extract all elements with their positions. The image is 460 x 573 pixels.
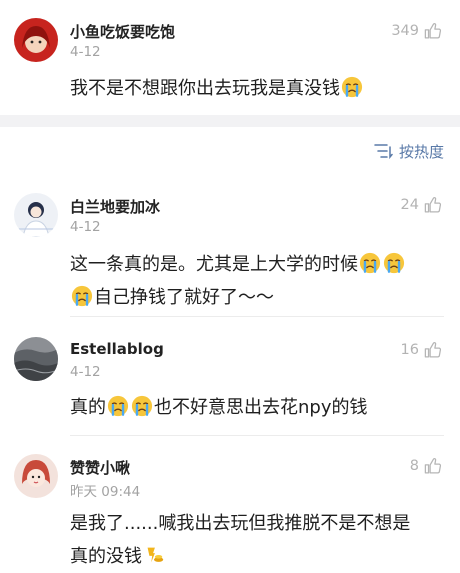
comment-text: 这一条真的是。尤其是上大学的时候 自己挣钱了就好了～～ (70, 248, 442, 314)
avatar[interactable] (14, 18, 58, 62)
like-count: 8 (409, 458, 419, 474)
comment-text-segment: 也不好意思出去花npy的钱 (154, 397, 368, 418)
comment-text-line: 自己挣钱了就好了～～ (70, 281, 442, 314)
avatar[interactable] (14, 454, 58, 498)
avatar[interactable] (14, 193, 58, 237)
comment-text-line: 真的没钱 (70, 540, 442, 573)
crying-face-emoji (359, 252, 381, 274)
crying-face-emoji (383, 252, 405, 274)
comment-date: 4-12 (70, 219, 101, 235)
comment-text: 是我了......喊我出去玩但我推脱不是不想是 真的没钱 (70, 507, 442, 573)
crying-face-emoji (341, 76, 363, 98)
thumb-up-icon (423, 341, 442, 360)
comment-date: 4-12 (70, 44, 101, 60)
comment-text-segment: 真的没钱 (70, 546, 142, 567)
like-count: 24 (400, 197, 419, 213)
crying-face-emoji (107, 395, 129, 417)
crying-face-emoji (71, 285, 93, 307)
coin-pouring-emoji (143, 544, 165, 566)
comment-text-line: 是我了......喊我出去玩但我推脱不是不想是 (70, 513, 411, 534)
thumb-up-icon (423, 22, 442, 41)
comment-text-segment: 真的 (70, 397, 106, 418)
comment-author[interactable]: Estellablog (70, 340, 164, 358)
comment-date: 昨天 09:44 (70, 484, 141, 500)
comment-text-line: 这一条真的是。尤其是上大学的时候 (70, 248, 442, 281)
thumb-up-icon (423, 196, 442, 215)
comment-text: 真的 也不好意思出去花npy的钱 (70, 391, 442, 424)
comment-text: 我不是不想跟你出去玩我是真没钱 (70, 72, 442, 105)
like-button[interactable]: 8 (410, 455, 442, 477)
like-button[interactable]: 16 (401, 339, 442, 361)
thumb-up-icon (423, 457, 442, 476)
divider (70, 316, 444, 317)
comment-date: 4-12 (70, 364, 101, 380)
comment-author[interactable]: 白兰地要加冰 (70, 196, 160, 217)
comment-text-segment: 自己挣钱了就好了～～ (94, 287, 274, 308)
comment-author[interactable]: 小鱼吃饭要吃饱 (70, 21, 175, 42)
comment-text-segment: 这一条真的是。尤其是上大学的时候 (70, 254, 358, 275)
like-button[interactable]: 24 (401, 194, 442, 216)
like-count: 349 (391, 23, 419, 39)
avatar[interactable] (14, 337, 58, 381)
sort-label: 按热度 (398, 142, 444, 161)
sort-icon (373, 143, 393, 159)
like-button[interactable]: 349 (391, 20, 442, 42)
comment-author[interactable]: 赞赞小啾 (70, 457, 130, 478)
crying-face-emoji (131, 395, 153, 417)
comment-text-line: 我不是不想跟你出去玩我是真没钱 (70, 78, 340, 99)
sort-button[interactable]: 按热度 (373, 138, 444, 164)
like-count: 16 (400, 342, 419, 358)
section-separator (0, 115, 460, 127)
divider (70, 435, 444, 436)
